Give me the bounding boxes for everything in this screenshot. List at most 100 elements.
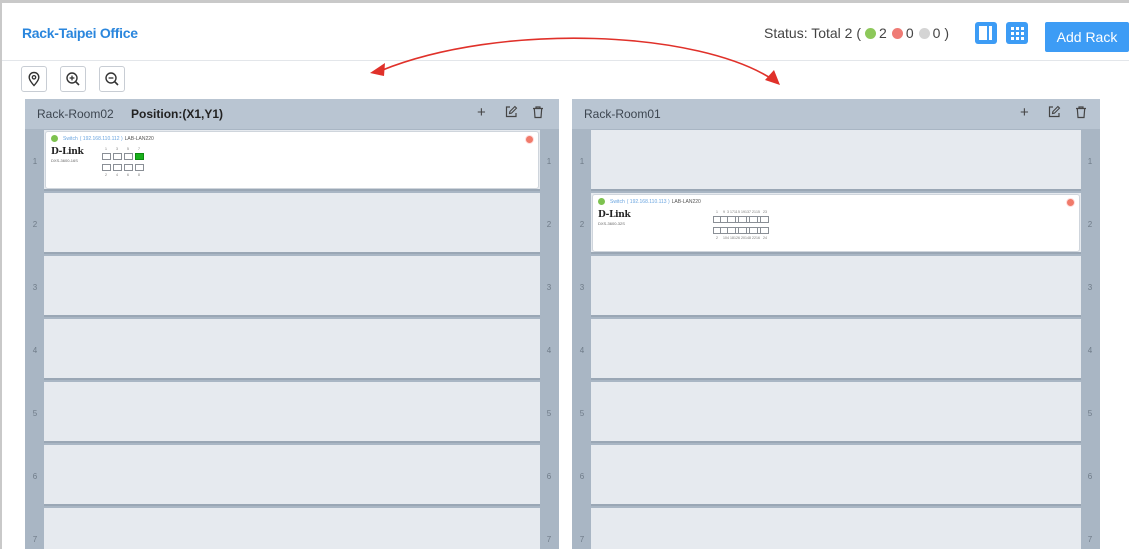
device-type: Switch [610, 198, 625, 205]
offline-count: 0 [905, 25, 914, 41]
unit-number: 5 [546, 409, 552, 418]
rack-room01[interactable]: Rack-Room01 + 1 1 2 2 3 3 4 4 5 5 6 6 7 7 Switch( 192.… [572, 99, 1100, 549]
split-view-button[interactable] [975, 22, 997, 44]
port-icon[interactable] [113, 153, 122, 160]
rack-room02[interactable]: Rack-Room02 Position:(X1,Y1) + 1 1 2 2 3 3 4 4 5… [25, 99, 559, 549]
rack-name: Rack-Room01 [584, 107, 661, 121]
port-icon[interactable] [124, 153, 133, 160]
unknown-count: 0 [932, 25, 941, 41]
port-icon[interactable] [749, 227, 758, 234]
status-led-icon [598, 198, 605, 205]
rack-slot[interactable] [44, 382, 540, 443]
unit-number: 4 [32, 346, 38, 355]
zoom-in-icon [66, 72, 80, 86]
device-name: LAB-LAN220 [671, 198, 701, 205]
online-dot-icon [865, 27, 877, 39]
port-icon[interactable] [738, 227, 747, 234]
unit-number: 1 [579, 157, 585, 166]
port-icon[interactable] [727, 227, 736, 234]
switch-device[interactable]: Switch( 192.168.110.112 ) LAB-LAN220 D-Lin… [45, 131, 539, 189]
trash-icon[interactable] [531, 105, 545, 119]
rack-slot[interactable] [44, 508, 540, 549]
rack-slot[interactable] [591, 508, 1081, 549]
port-label: 23 [763, 210, 767, 214]
port-label: 18 [730, 236, 734, 240]
edit-icon[interactable] [1047, 105, 1061, 119]
port-label: 1 [105, 147, 107, 151]
device-header: Switch( 192.168.110.113 ) LAB-LAN220 [598, 198, 701, 205]
zoom-in-button[interactable] [60, 66, 86, 92]
unit-number: 2 [32, 220, 38, 229]
trash-icon[interactable] [1074, 105, 1088, 119]
port-icon[interactable] [102, 153, 111, 160]
offline-dot-icon [891, 27, 903, 39]
rack-title: Rack-Room02 Position:(X1,Y1) [37, 107, 223, 121]
port-icon[interactable] [738, 216, 747, 223]
zoom-out-icon [105, 72, 119, 86]
rack-slot[interactable] [591, 445, 1081, 506]
port-icon[interactable] [760, 216, 769, 223]
port-label: 3 [727, 210, 729, 214]
unit-number: 4 [546, 346, 552, 355]
port-label: 13 [745, 210, 749, 214]
location-button[interactable] [21, 66, 47, 92]
rack-position: Position:(X1,Y1) [131, 107, 224, 121]
rack-slot[interactable] [44, 193, 540, 254]
device-ip[interactable]: ( 192.168.110.112 ) [80, 136, 123, 142]
rack-slot[interactable] [44, 319, 540, 380]
port-label: 2 [105, 173, 107, 177]
rack-name: Rack-Room02 [37, 107, 114, 121]
port-icon[interactable] [749, 216, 758, 223]
unit-number: 1 [32, 157, 38, 166]
port-label: 8 [138, 173, 140, 177]
switch-device[interactable]: Switch( 192.168.110.113 ) LAB-LAN220 D-Lin… [592, 194, 1080, 252]
rack-slot[interactable] [44, 256, 540, 317]
port-label: 7 [138, 147, 140, 151]
unit-number: 6 [546, 472, 552, 481]
unit-number: 2 [1087, 220, 1093, 229]
port-icon[interactable] [760, 227, 769, 234]
unit-number: 3 [32, 283, 38, 292]
port-icon[interactable] [102, 164, 111, 171]
unit-number: 4 [1087, 346, 1093, 355]
port-icon[interactable] [135, 164, 144, 171]
grid-view-button[interactable] [1006, 22, 1028, 44]
port-label: 20 [741, 236, 745, 240]
alarm-icon[interactable] [1066, 198, 1075, 207]
rack-slot[interactable] [44, 445, 540, 506]
edit-icon[interactable] [504, 105, 518, 119]
port-label: 16 [756, 236, 760, 240]
alarm-icon[interactable] [525, 135, 534, 144]
page-title[interactable]: Rack-Taipei Office [22, 25, 138, 41]
unit-number: 6 [579, 472, 585, 481]
device-ip[interactable]: ( 192.168.110.113 ) [627, 199, 670, 205]
rack-slot[interactable] [591, 382, 1081, 443]
port-label: 14 [745, 236, 749, 240]
unit-number: 1 [546, 157, 552, 166]
port-icon[interactable] [727, 216, 736, 223]
unknown-dot-icon [918, 27, 930, 39]
port-icon[interactable] [124, 164, 133, 171]
port-label: 11 [734, 210, 738, 214]
port-icon[interactable] [135, 153, 144, 160]
port-label: 1 [716, 210, 718, 214]
unit-number: 4 [579, 346, 585, 355]
unit-number: 2 [579, 220, 585, 229]
port-label: 22 [752, 236, 756, 240]
add-device-button[interactable]: + [1020, 105, 1029, 121]
rack-slot[interactable] [591, 256, 1081, 317]
status-close: ) [944, 25, 950, 41]
rack-slot[interactable] [591, 319, 1081, 380]
port-label: 21 [752, 210, 756, 214]
add-rack-button[interactable]: Add Rack [1045, 22, 1129, 52]
unit-number: 7 [546, 535, 552, 544]
rack-slot[interactable] [591, 130, 1081, 191]
add-device-button[interactable]: + [477, 105, 486, 121]
port-label: 17 [730, 210, 734, 214]
zoom-out-button[interactable] [99, 66, 125, 92]
port-label: 3 [116, 147, 118, 151]
header-bar: Rack-Taipei Office Status: Total 2 ( 2 0… [2, 3, 1129, 61]
brand-logo: D-Link [598, 210, 631, 220]
port-icon[interactable] [113, 164, 122, 171]
unit-number: 6 [32, 472, 38, 481]
